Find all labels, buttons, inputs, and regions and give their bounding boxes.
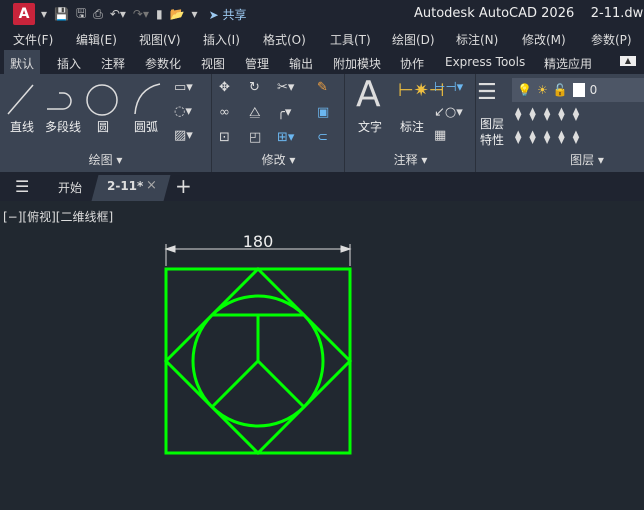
v-lines [210,358,306,409]
dimension-text: 180 [243,232,274,251]
drawing-canvas[interactable]: 180 [0,0,644,510]
geometry [163,266,353,456]
